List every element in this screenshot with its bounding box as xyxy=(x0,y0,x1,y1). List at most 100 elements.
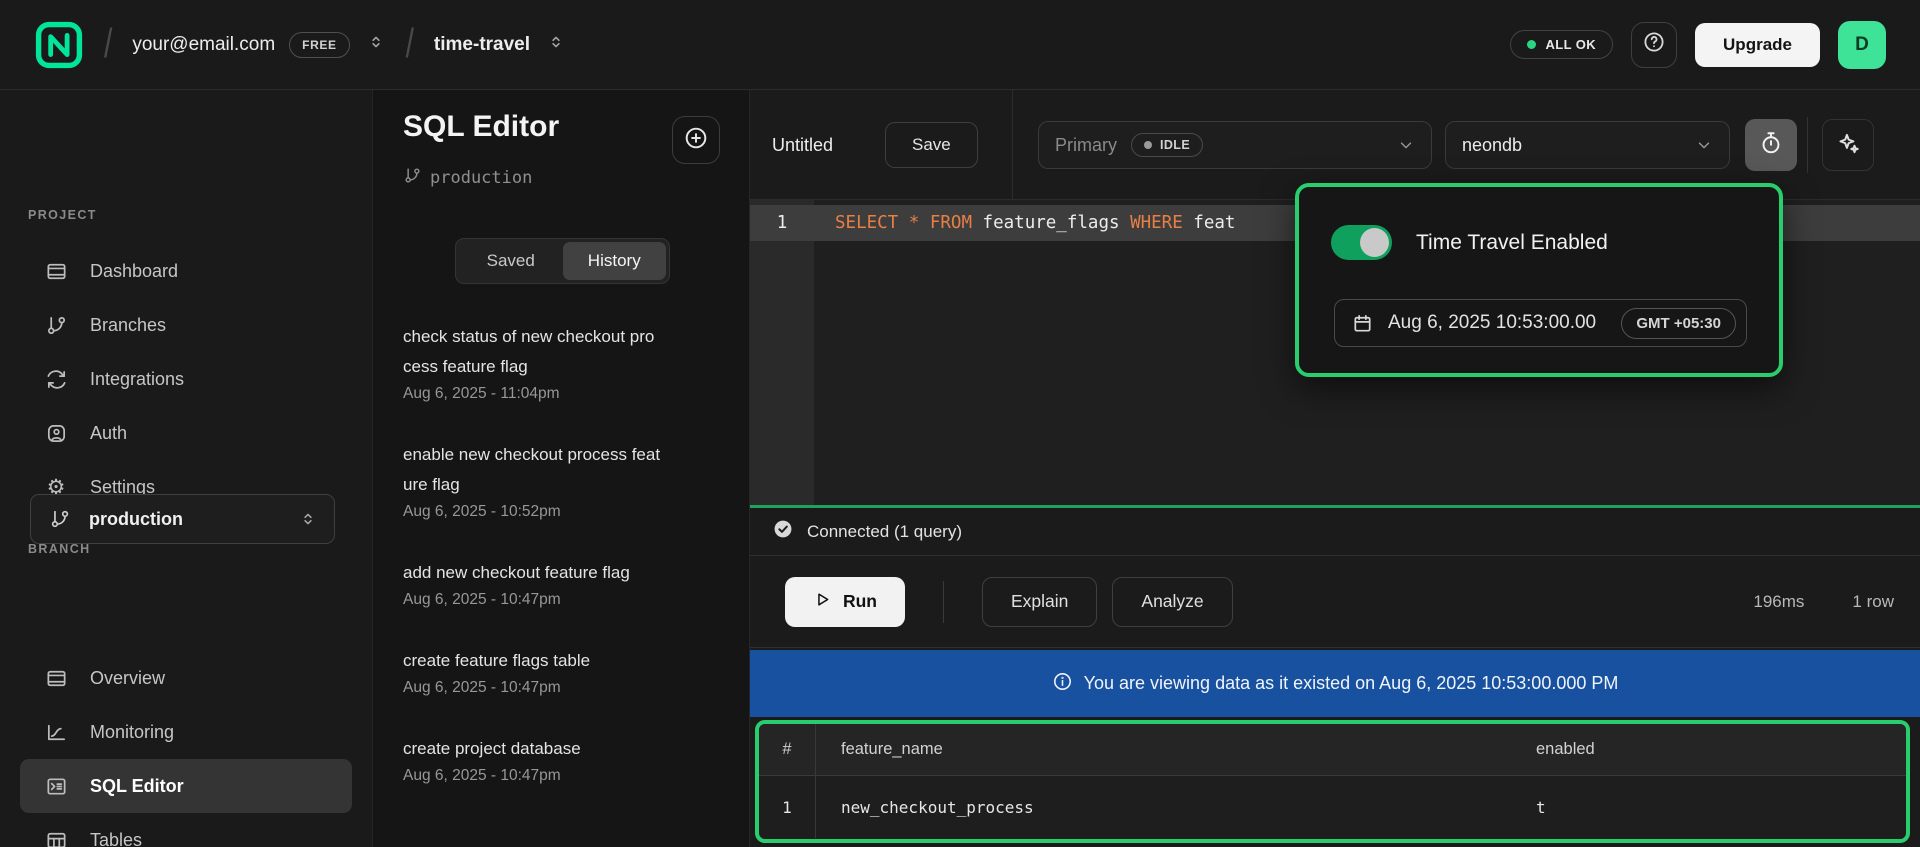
run-label: Run xyxy=(843,591,877,612)
history-item-title: add new checkout feature flag xyxy=(403,558,661,588)
branch-selector[interactable]: production xyxy=(30,494,335,544)
dashboard-icon xyxy=(44,259,68,283)
analyze-button[interactable]: Analyze xyxy=(1112,577,1232,627)
idle-dot-icon xyxy=(1144,141,1152,149)
info-icon xyxy=(1052,671,1073,697)
status-badge[interactable]: ALL OK xyxy=(1510,30,1613,59)
main-area: Untitled Save Primary IDLE neondb 1 xyxy=(750,90,1920,847)
toolbar-divider xyxy=(1807,117,1808,173)
history-item[interactable]: enable new checkout process feature flag… xyxy=(403,440,703,521)
chevrons-up-down-icon xyxy=(546,32,566,57)
sidebar-item-label: Monitoring xyxy=(90,722,174,743)
app-root: / your@email.com FREE / time-travel ALL … xyxy=(0,0,1920,847)
sql-text: feat xyxy=(1183,213,1236,233)
chevron-down-icon xyxy=(1695,136,1713,154)
check-circle-icon xyxy=(772,518,794,545)
line-number-gutter xyxy=(750,200,814,505)
history-item-title: enable new checkout process feature flag xyxy=(403,440,661,500)
project-section-heading: PROJECT xyxy=(28,208,97,222)
account-email[interactable]: your@email.com xyxy=(132,34,275,56)
results-body: 1new_checkout_processt xyxy=(759,776,1906,838)
column-header-feature-name: feature_name xyxy=(816,740,1534,759)
history-item-title: create feature flags table xyxy=(403,646,661,676)
plan-badge: FREE xyxy=(289,32,349,58)
query-tab-title[interactable]: Untitled xyxy=(772,90,833,200)
compute-status: IDLE xyxy=(1160,138,1190,152)
table-row[interactable]: 1new_checkout_processt xyxy=(759,776,1906,838)
dashboard-icon xyxy=(44,666,68,690)
explain-button[interactable]: Explain xyxy=(982,577,1097,627)
history-item[interactable]: create project databaseAug 6, 2025 - 10:… xyxy=(403,734,703,785)
connection-status: Connected (1 query) xyxy=(807,522,962,542)
datetime-value: Aug 6, 2025 10:53:00.00 xyxy=(1388,312,1607,334)
time-travel-button[interactable] xyxy=(1745,119,1797,171)
project-name[interactable]: time-travel xyxy=(434,34,530,56)
saved-history-tabs: SavedHistory xyxy=(455,238,670,284)
sidebar-item-label: Branches xyxy=(90,315,166,336)
line-number: 1 xyxy=(750,213,814,233)
history-item[interactable]: check status of new checkout process fea… xyxy=(403,322,703,403)
sql-editor-panel: SQL Editor production SavedHistory check… xyxy=(373,90,750,847)
chevrons-up-down-icon xyxy=(366,32,386,57)
tables-icon xyxy=(44,828,68,847)
sidebar: PROJECT Dashboard Branches IntegrationsAut… xyxy=(0,90,373,847)
sidebar-item-integrations[interactable]: Integrations xyxy=(20,352,352,406)
save-button[interactable]: Save xyxy=(885,122,978,168)
database-selector[interactable]: neondb xyxy=(1445,121,1730,169)
time-travel-toggle[interactable] xyxy=(1331,225,1392,260)
history-item-date: Aug 6, 2025 - 10:47pm xyxy=(403,767,703,785)
ai-assist-button[interactable] xyxy=(1822,119,1874,171)
status-dot-icon xyxy=(1527,40,1536,49)
chevron-down-icon xyxy=(1397,136,1415,154)
topbar-right-group: ALL OK Upgrade D xyxy=(1510,21,1886,69)
table-cell: new_checkout_process xyxy=(816,798,1534,817)
integrations-icon xyxy=(44,367,68,391)
breadcrumb-separator: / xyxy=(406,22,414,68)
history-item[interactable]: add new checkout feature flagAug 6, 2025… xyxy=(403,558,703,609)
connection-status-bar: Connected (1 query) xyxy=(750,508,1920,556)
run-button[interactable]: Run xyxy=(785,577,905,627)
help-icon xyxy=(1642,30,1666,59)
sidebar-item-tables[interactable]: Tables xyxy=(20,813,352,847)
sidebar-item-overview[interactable]: Overview xyxy=(20,651,352,705)
monitoring-icon xyxy=(44,720,68,744)
sidebar-item-branches[interactable]: Branches xyxy=(20,298,352,352)
new-query-button[interactable] xyxy=(672,116,720,164)
history-item-title: check status of new checkout process fea… xyxy=(403,322,661,382)
sidebar-item-sql-editor[interactable]: SQL Editor xyxy=(20,759,352,813)
upgrade-button[interactable]: Upgrade xyxy=(1695,23,1820,67)
stopwatch-icon xyxy=(1758,130,1784,161)
query-actions-bar: Run Explain Analyze 196ms 1 row xyxy=(750,556,1920,648)
sql-query-text: SELECT * FROM feature_flags WHERE feat xyxy=(814,213,1235,233)
time-travel-datetime-input[interactable]: Aug 6, 2025 10:53:00.00 GMT +05:30 xyxy=(1334,299,1747,347)
sidebar-item-dashboard[interactable]: Dashboard xyxy=(20,244,352,298)
status-label: ALL OK xyxy=(1545,37,1596,52)
query-stats: 196ms 1 row xyxy=(1753,592,1894,612)
sidebar-item-label: SQL Editor xyxy=(90,776,184,797)
sidebar-item-monitoring[interactable]: Monitoring xyxy=(20,705,352,759)
table-cell: 1 xyxy=(759,776,816,838)
project-switcher[interactable] xyxy=(546,32,566,57)
tab-history[interactable]: History xyxy=(563,242,667,280)
sql-text xyxy=(919,213,930,233)
sidebar-item-auth[interactable]: Auth xyxy=(20,406,352,460)
branch-selector-value: production xyxy=(89,509,183,530)
account-switcher[interactable] xyxy=(366,32,386,57)
auth-icon xyxy=(44,421,68,445)
tab-saved[interactable]: Saved xyxy=(459,242,563,280)
git-branch-icon xyxy=(49,508,71,530)
avatar[interactable]: D xyxy=(1838,21,1886,69)
branch-nav: OverviewMonitoringSQL EditorTablesRestor… xyxy=(0,651,372,847)
compute-selector[interactable]: Primary IDLE xyxy=(1038,121,1432,169)
sidebar-item-label: Tables xyxy=(90,830,142,847)
compute-name: Primary xyxy=(1055,135,1117,156)
sql-keyword: SELECT xyxy=(835,213,898,233)
history-item-date: Aug 6, 2025 - 10:52pm xyxy=(403,503,703,521)
panel-branch-label: production xyxy=(403,166,532,190)
neon-logo-icon[interactable] xyxy=(34,20,84,70)
help-button[interactable] xyxy=(1631,22,1677,68)
sql-keyword: * xyxy=(909,213,920,233)
history-item[interactable]: create feature flags tableAug 6, 2025 - … xyxy=(403,646,703,697)
actions-divider xyxy=(943,581,944,623)
plus-circle-icon xyxy=(683,125,709,156)
